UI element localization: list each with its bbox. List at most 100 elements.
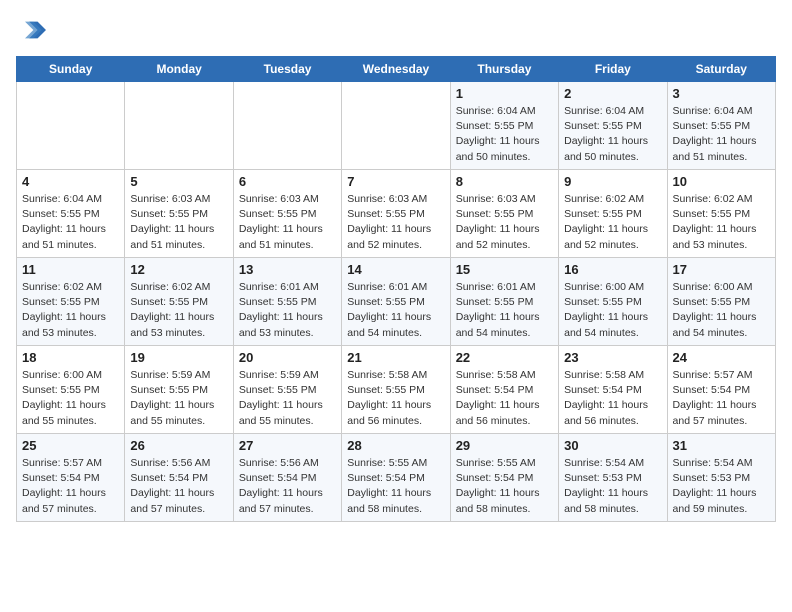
day-info: Sunrise: 6:02 AM Sunset: 5:55 PM Dayligh… bbox=[22, 280, 119, 341]
day-number: 23 bbox=[564, 350, 661, 365]
calendar-cell: 17Sunrise: 6:00 AM Sunset: 5:55 PM Dayli… bbox=[667, 258, 775, 346]
calendar-cell: 10Sunrise: 6:02 AM Sunset: 5:55 PM Dayli… bbox=[667, 170, 775, 258]
day-number: 30 bbox=[564, 438, 661, 453]
calendar-cell: 9 Sunrise: 6:02 AM Sunset: 5:55 PM Daylig… bbox=[559, 170, 667, 258]
day-number: 22 bbox=[456, 350, 553, 365]
calendar-cell: 25 Sunrise: 5:57 AM Sunset: 5:54 PM Dayli… bbox=[17, 434, 125, 522]
day-number: 19 bbox=[130, 350, 227, 365]
day-number: 25 bbox=[22, 438, 119, 453]
day-number: 16 bbox=[564, 262, 661, 277]
calendar-cell: 11 Sunrise: 6:02 AM Sunset: 5:55 PM Dayli… bbox=[17, 258, 125, 346]
day-info: Sunrise: 6:00 AM Sunset: 5:55 PM Dayligh… bbox=[22, 368, 119, 429]
calendar-cell: 14 Sunrise: 6:01 AM Sunset: 5:55 PM Dayli… bbox=[342, 258, 450, 346]
calendar-cell: 15 Sunrise: 6:01 AM Sunset: 5:55 PM Dayli… bbox=[450, 258, 558, 346]
day-number: 7 bbox=[347, 174, 444, 189]
day-number: 5 bbox=[130, 174, 227, 189]
calendar-cell: 31 Sunrise: 5:54 AM Sunset: 5:53 PM Dayli… bbox=[667, 434, 775, 522]
day-number: 18 bbox=[22, 350, 119, 365]
day-info: Sunrise: 6:03 AM Sunset: 5:55 PM Dayligh… bbox=[456, 192, 553, 253]
calendar-cell: 28 Sunrise: 5:55 AM Sunset: 5:54 PM Dayli… bbox=[342, 434, 450, 522]
calendar-cell: 7 Sunrise: 6:03 AM Sunset: 5:55 PM Daylig… bbox=[342, 170, 450, 258]
day-info: Sunrise: 6:04 AM Sunset: 5:55 PM Dayligh… bbox=[673, 104, 770, 165]
day-info: Sunrise: 5:57 AM Sunset: 5:54 PM Dayligh… bbox=[22, 456, 119, 517]
day-info: Sunrise: 6:02 AM Sunset: 5:55 PM Dayligh… bbox=[673, 192, 770, 253]
day-info: Sunrise: 6:00 AM Sunset: 5:55 PM Dayligh… bbox=[564, 280, 661, 341]
day-number: 2 bbox=[564, 86, 661, 101]
day-info: Sunrise: 5:54 AM Sunset: 5:53 PM Dayligh… bbox=[564, 456, 661, 517]
page-header bbox=[16, 16, 776, 44]
calendar-cell: 2 Sunrise: 6:04 AM Sunset: 5:55 PM Daylig… bbox=[559, 82, 667, 170]
day-info: Sunrise: 5:58 AM Sunset: 5:54 PM Dayligh… bbox=[456, 368, 553, 429]
weekday-header-tuesday: Tuesday bbox=[233, 57, 341, 82]
day-number: 14 bbox=[347, 262, 444, 277]
calendar-cell bbox=[17, 82, 125, 170]
day-number: 12 bbox=[130, 262, 227, 277]
calendar-cell: 20 Sunrise: 5:59 AM Sunset: 5:55 PM Dayli… bbox=[233, 346, 341, 434]
day-info: Sunrise: 6:01 AM Sunset: 5:55 PM Dayligh… bbox=[456, 280, 553, 341]
calendar-cell: 24 Sunrise: 5:57 AM Sunset: 5:54 PM Dayli… bbox=[667, 346, 775, 434]
day-info: Sunrise: 5:58 AM Sunset: 5:55 PM Dayligh… bbox=[347, 368, 444, 429]
day-info: Sunrise: 6:03 AM Sunset: 5:55 PM Dayligh… bbox=[130, 192, 227, 253]
weekday-header-friday: Friday bbox=[559, 57, 667, 82]
calendar-cell: 12 Sunrise: 6:02 AM Sunset: 5:55 PM Dayli… bbox=[125, 258, 233, 346]
day-info: Sunrise: 5:54 AM Sunset: 5:53 PM Dayligh… bbox=[673, 456, 770, 517]
calendar-cell: 6Sunrise: 6:03 AM Sunset: 5:55 PM Daylig… bbox=[233, 170, 341, 258]
day-number: 21 bbox=[347, 350, 444, 365]
calendar-cell: 27 Sunrise: 5:56 AM Sunset: 5:54 PM Dayli… bbox=[233, 434, 341, 522]
day-number: 11 bbox=[22, 262, 119, 277]
day-info: Sunrise: 5:59 AM Sunset: 5:55 PM Dayligh… bbox=[239, 368, 336, 429]
calendar-cell bbox=[342, 82, 450, 170]
day-info: Sunrise: 6:01 AM Sunset: 5:55 PM Dayligh… bbox=[239, 280, 336, 341]
day-number: 28 bbox=[347, 438, 444, 453]
day-number: 31 bbox=[673, 438, 770, 453]
calendar-cell: 4Sunrise: 6:04 AM Sunset: 5:55 PM Daylig… bbox=[17, 170, 125, 258]
calendar-cell bbox=[233, 82, 341, 170]
calendar-cell: 8 Sunrise: 6:03 AM Sunset: 5:55 PM Daylig… bbox=[450, 170, 558, 258]
day-number: 1 bbox=[456, 86, 553, 101]
day-number: 13 bbox=[239, 262, 336, 277]
weekday-header-saturday: Saturday bbox=[667, 57, 775, 82]
day-number: 6 bbox=[239, 174, 336, 189]
day-number: 20 bbox=[239, 350, 336, 365]
day-info: Sunrise: 5:57 AM Sunset: 5:54 PM Dayligh… bbox=[673, 368, 770, 429]
day-info: Sunrise: 6:02 AM Sunset: 5:55 PM Dayligh… bbox=[130, 280, 227, 341]
day-info: Sunrise: 5:55 AM Sunset: 5:54 PM Dayligh… bbox=[456, 456, 553, 517]
day-info: Sunrise: 6:04 AM Sunset: 5:55 PM Dayligh… bbox=[22, 192, 119, 253]
day-number: 15 bbox=[456, 262, 553, 277]
day-info: Sunrise: 6:04 AM Sunset: 5:55 PM Dayligh… bbox=[456, 104, 553, 165]
calendar-cell: 23 Sunrise: 5:58 AM Sunset: 5:54 PM Dayli… bbox=[559, 346, 667, 434]
calendar-cell: 3Sunrise: 6:04 AM Sunset: 5:55 PM Daylig… bbox=[667, 82, 775, 170]
weekday-header-wednesday: Wednesday bbox=[342, 57, 450, 82]
day-info: Sunrise: 6:03 AM Sunset: 5:55 PM Dayligh… bbox=[347, 192, 444, 253]
calendar-cell: 13 Sunrise: 6:01 AM Sunset: 5:55 PM Dayli… bbox=[233, 258, 341, 346]
calendar-cell: 22 Sunrise: 5:58 AM Sunset: 5:54 PM Dayli… bbox=[450, 346, 558, 434]
logo bbox=[16, 16, 46, 44]
day-info: Sunrise: 5:56 AM Sunset: 5:54 PM Dayligh… bbox=[239, 456, 336, 517]
day-number: 8 bbox=[456, 174, 553, 189]
calendar-cell: 30 Sunrise: 5:54 AM Sunset: 5:53 PM Dayli… bbox=[559, 434, 667, 522]
calendar-cell: 26 Sunrise: 5:56 AM Sunset: 5:54 PM Dayli… bbox=[125, 434, 233, 522]
calendar-cell: 29 Sunrise: 5:55 AM Sunset: 5:54 PM Dayli… bbox=[450, 434, 558, 522]
day-info: Sunrise: 6:01 AM Sunset: 5:55 PM Dayligh… bbox=[347, 280, 444, 341]
weekday-header-sunday: Sunday bbox=[17, 57, 125, 82]
day-info: Sunrise: 6:02 AM Sunset: 5:55 PM Dayligh… bbox=[564, 192, 661, 253]
day-number: 26 bbox=[130, 438, 227, 453]
day-info: Sunrise: 5:58 AM Sunset: 5:54 PM Dayligh… bbox=[564, 368, 661, 429]
day-number: 27 bbox=[239, 438, 336, 453]
day-number: 29 bbox=[456, 438, 553, 453]
weekday-header-thursday: Thursday bbox=[450, 57, 558, 82]
calendar-cell: 16 Sunrise: 6:00 AM Sunset: 5:55 PM Dayli… bbox=[559, 258, 667, 346]
calendar-cell: 19 Sunrise: 5:59 AM Sunset: 5:55 PM Dayli… bbox=[125, 346, 233, 434]
day-info: Sunrise: 6:04 AM Sunset: 5:55 PM Dayligh… bbox=[564, 104, 661, 165]
day-number: 24 bbox=[673, 350, 770, 365]
day-info: Sunrise: 5:59 AM Sunset: 5:55 PM Dayligh… bbox=[130, 368, 227, 429]
calendar-cell: 5 Sunrise: 6:03 AM Sunset: 5:55 PM Daylig… bbox=[125, 170, 233, 258]
day-info: Sunrise: 5:56 AM Sunset: 5:54 PM Dayligh… bbox=[130, 456, 227, 517]
day-number: 9 bbox=[564, 174, 661, 189]
calendar-cell: 21 Sunrise: 5:58 AM Sunset: 5:55 PM Dayli… bbox=[342, 346, 450, 434]
day-number: 17 bbox=[673, 262, 770, 277]
calendar-cell: 1 Sunrise: 6:04 AM Sunset: 5:55 PM Daylig… bbox=[450, 82, 558, 170]
day-info: Sunrise: 5:55 AM Sunset: 5:54 PM Dayligh… bbox=[347, 456, 444, 517]
calendar-cell bbox=[125, 82, 233, 170]
calendar-table: SundayMondayTuesdayWednesdayThursdayFrid… bbox=[16, 56, 776, 522]
